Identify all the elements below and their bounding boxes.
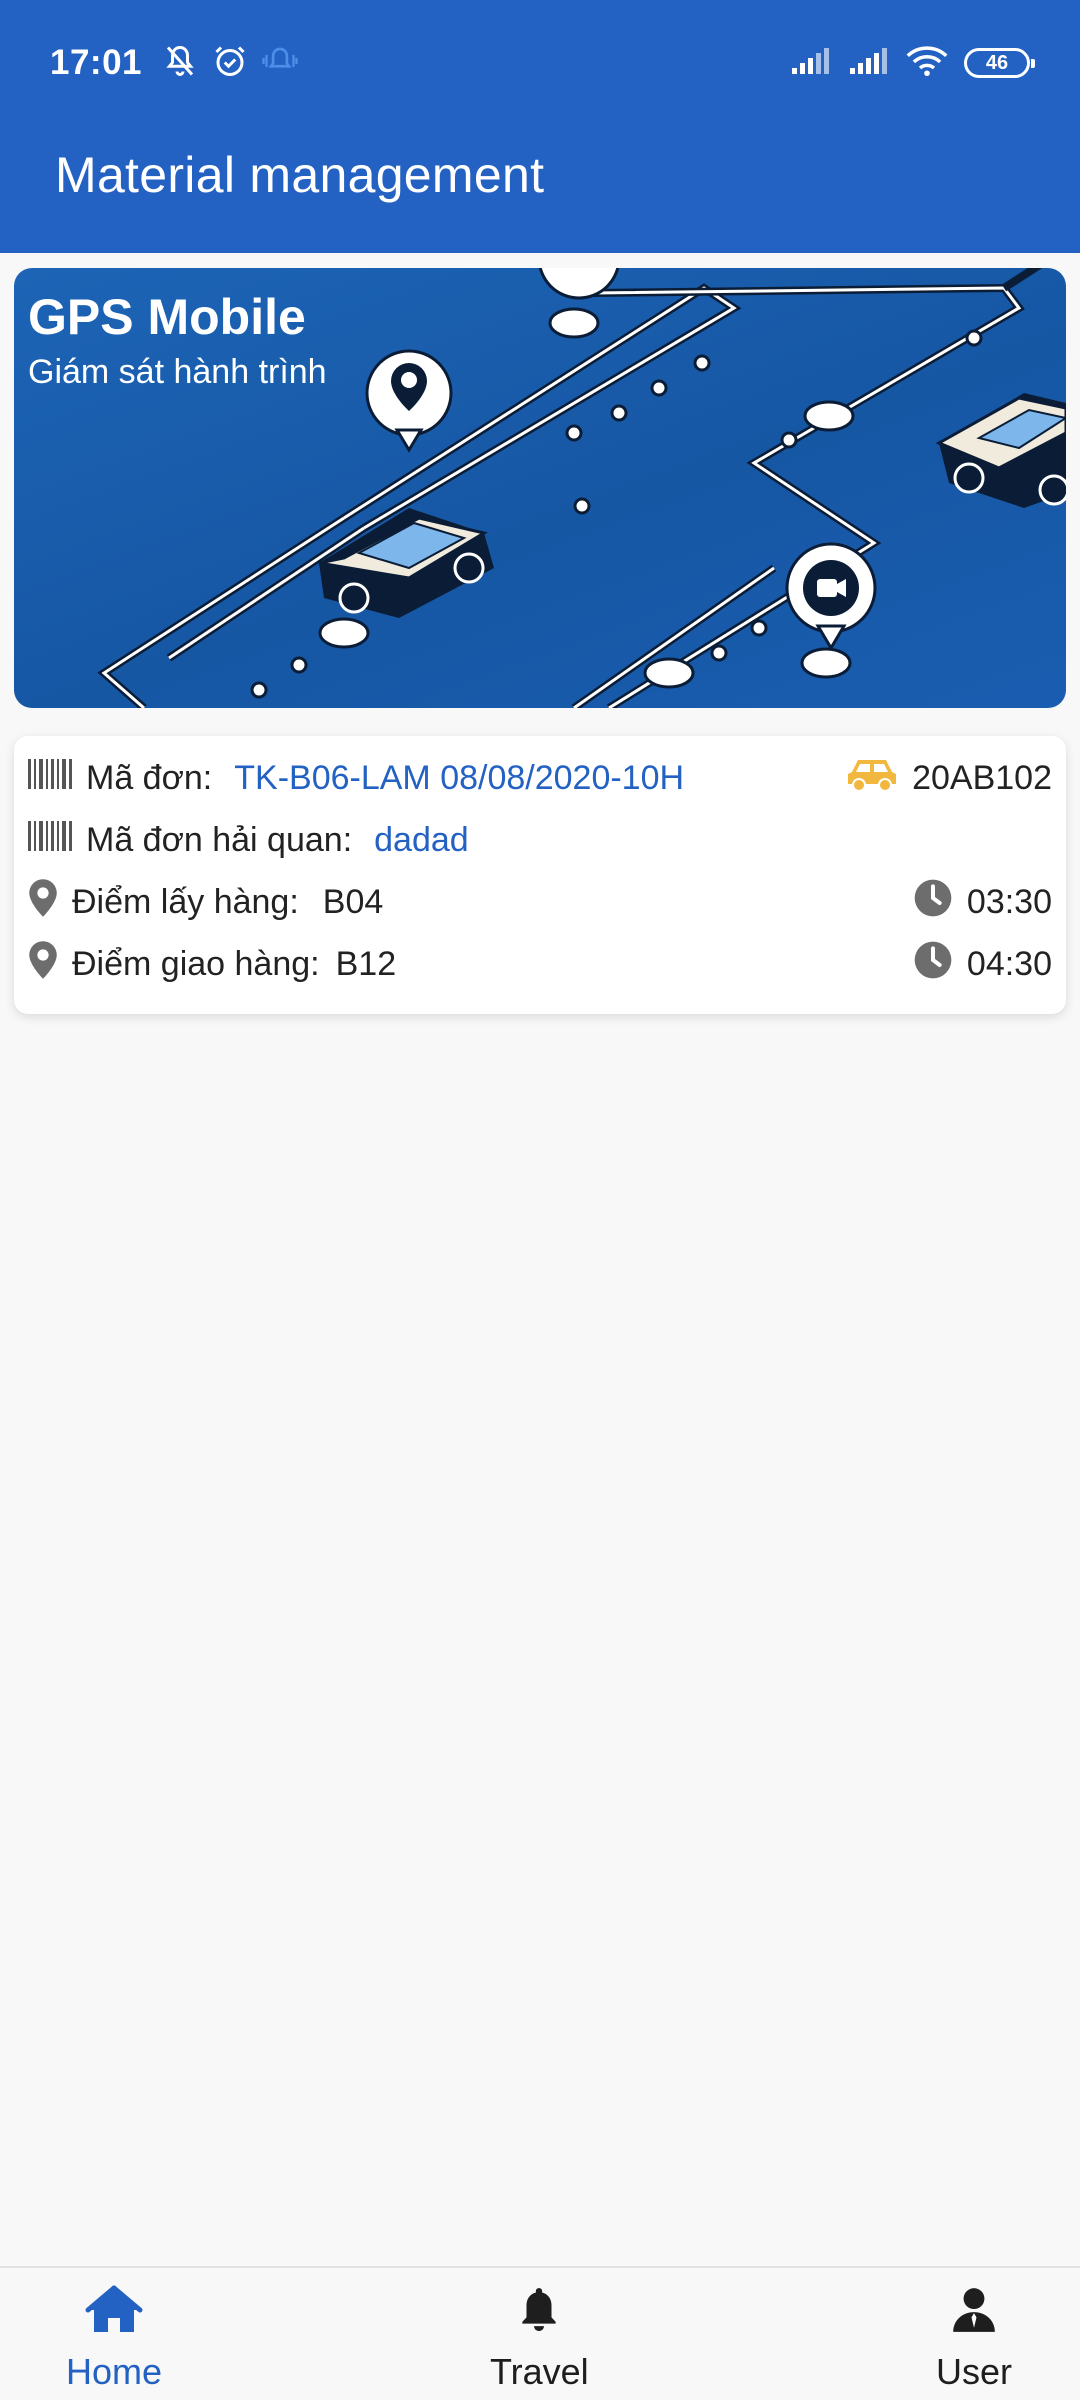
delivery-row: Điểm giao hàng: B12 04:30 xyxy=(28,940,1052,988)
barcode-icon xyxy=(28,758,72,798)
app-bar: 17:01 46 Material management xyxy=(0,0,1080,253)
customs-code-value[interactable]: dadad xyxy=(374,821,469,860)
vibrate-icon xyxy=(262,43,298,84)
order-card[interactable]: Mã đơn: TK-B06-LAM 08/08/2020-10H 20AB10… xyxy=(14,736,1066,1014)
nav-user-label: User xyxy=(936,2351,1013,2392)
order-code-value[interactable]: TK-B06-LAM 08/08/2020-10H xyxy=(234,759,684,798)
location-pin-icon xyxy=(28,940,58,989)
bell-icon xyxy=(514,2284,564,2343)
alarm-icon xyxy=(212,43,248,84)
pickup-label: Điểm lấy hàng: xyxy=(72,882,299,921)
delivery-label: Điểm giao hàng: xyxy=(72,944,320,983)
nav-travel[interactable]: Travel xyxy=(490,2284,589,2393)
pickup-row: Điểm lấy hàng: B04 03:30 xyxy=(28,878,1052,926)
status-time: 17:01 xyxy=(50,43,143,82)
customs-code-row: Mã đơn hải quan: dadad xyxy=(28,816,1052,864)
banner-title: GPS Mobile xyxy=(28,289,306,345)
bottom-nav: Home Travel User xyxy=(0,2266,1080,2400)
user-icon xyxy=(949,2284,999,2343)
signal-icon xyxy=(790,46,832,81)
delivery-point: B12 xyxy=(335,944,397,983)
clock-icon xyxy=(913,940,953,989)
barcode-icon xyxy=(28,820,72,860)
delivery-time: 04:30 xyxy=(966,944,1052,983)
nav-home[interactable]: Home xyxy=(66,2284,162,2393)
car-icon xyxy=(846,756,898,801)
home-icon xyxy=(84,2284,144,2343)
order-code-label: Mã đơn: xyxy=(86,758,213,797)
gps-banner[interactable]: GPS Mobile Giám sát hành trình xyxy=(14,268,1066,708)
page-title: Material management xyxy=(55,147,545,203)
vehicle-plate: 20AB102 xyxy=(912,758,1052,797)
nav-home-label: Home xyxy=(66,2351,163,2392)
location-pin-icon xyxy=(28,878,58,927)
battery-icon: 46 xyxy=(964,48,1035,78)
status-bar: 17:01 46 xyxy=(0,0,1080,126)
customs-code-label: Mã đơn hải quan: xyxy=(86,820,353,859)
nav-travel-label: Travel xyxy=(490,2351,589,2392)
signal-icon xyxy=(848,46,890,81)
pickup-point: B04 xyxy=(322,882,384,921)
pickup-time: 03:30 xyxy=(966,882,1052,921)
order-code-row: Mã đơn: TK-B06-LAM 08/08/2020-10H 20AB10… xyxy=(28,754,1052,802)
nav-user[interactable]: User xyxy=(936,2284,1012,2393)
wifi-icon xyxy=(906,45,948,82)
banner-subtitle: Giám sát hành trình xyxy=(28,353,327,391)
mute-bell-icon xyxy=(162,43,198,84)
clock-icon xyxy=(913,878,953,927)
